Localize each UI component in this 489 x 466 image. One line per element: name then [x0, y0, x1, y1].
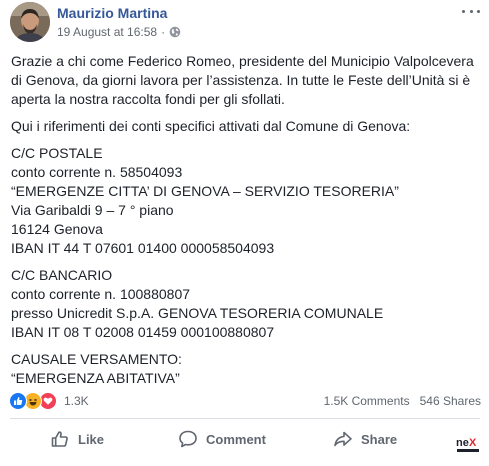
text-line: di Genova, da giorni lavora per l’assist… — [11, 72, 471, 88]
author-avatar[interactable] — [10, 2, 50, 42]
text-line: “EMERGENZE CITTA’ DI GENOVA – SERVIZIO T… — [11, 183, 399, 199]
intro-paragraph: Grazie a chi come Federico Romeo, presid… — [11, 52, 481, 109]
ellipsis-icon[interactable] — [462, 4, 480, 18]
globe-icon[interactable] — [169, 26, 181, 38]
post-timestamp[interactable]: 19 August at 16:58 — [57, 25, 157, 39]
text-line: aperta la nostra raccolta fondi per gli … — [11, 91, 285, 107]
comment-icon — [179, 430, 197, 448]
comments-count[interactable]: 1.5K Comments — [324, 394, 410, 408]
text-line: Via Garibaldi 9 – 7 ° piano — [11, 202, 174, 218]
svg-text:X: X — [469, 437, 477, 449]
postale-paragraph: C/C POSTALE conto corrente n. 58504093 “… — [11, 144, 481, 258]
text-line: CAUSALE VERSAMENTO: — [11, 351, 182, 367]
text-line: conto corrente n. 100880807 — [11, 286, 191, 302]
comment-label: Comment — [206, 431, 266, 447]
text-line: Grazie a chi come Federico Romeo, presid… — [11, 53, 474, 69]
post-meta: 19 August at 16:58 · — [57, 25, 181, 39]
post-body: Grazie a chi come Federico Romeo, presid… — [11, 52, 481, 396]
refs-paragraph: Qui i riferimenti dei conti specifici at… — [11, 117, 481, 136]
post-stats: 1.3K 1.5K Comments 546 Shares — [9, 390, 481, 410]
text-line: presso Unicredit S.p.A. GENOVA TESORERIA… — [11, 305, 384, 321]
like-icon — [9, 392, 27, 410]
text-line: IBAN IT 44 T 07601 01400 000058504093 — [11, 240, 275, 256]
share-button[interactable]: Share — [333, 423, 397, 455]
engagement-counts: 1.5K Comments 546 Shares — [324, 394, 481, 408]
action-bar: Like Comment Share — [0, 423, 489, 459]
text-line: C/C BANCARIO — [11, 267, 113, 283]
reaction-icons[interactable] — [9, 392, 57, 410]
divider — [10, 418, 480, 419]
text-line: “EMERGENZA ABITATIVA” — [11, 370, 180, 386]
share-label: Share — [361, 431, 398, 447]
reaction-count[interactable]: 1.3K — [64, 394, 89, 408]
avatar-image — [10, 2, 50, 42]
facebook-post: Maurizio Martina 19 August at 16:58 · Gr… — [0, 0, 489, 466]
text-line: IBAN IT 08 T 02008 01459 000100880807 — [11, 324, 275, 340]
meta-separator: · — [161, 25, 166, 39]
svg-text:ne: ne — [456, 437, 469, 449]
text-line: conto corrente n. 58504093 — [11, 164, 183, 180]
share-icon — [334, 431, 352, 447]
shares-count[interactable]: 546 Shares — [420, 394, 481, 408]
comment-button[interactable]: Comment — [178, 423, 266, 455]
watermark-logo: ne X — [455, 433, 481, 455]
bancario-paragraph: C/C BANCARIO conto corrente n. 100880807… — [11, 266, 481, 342]
like-button[interactable]: Like — [50, 423, 104, 455]
post-header: Maurizio Martina 19 August at 16:58 · — [0, 0, 489, 46]
text-line: Qui i riferimenti dei conti specifici at… — [11, 118, 411, 134]
text-line: C/C POSTALE — [11, 145, 103, 161]
author-name[interactable]: Maurizio Martina — [57, 5, 167, 21]
like-label: Like — [78, 431, 105, 447]
thumbs-up-icon — [51, 431, 68, 447]
causale-paragraph: CAUSALE VERSAMENTO: “EMERGENZA ABITATIVA… — [11, 350, 481, 388]
text-line: 16124 Genova — [11, 221, 103, 237]
